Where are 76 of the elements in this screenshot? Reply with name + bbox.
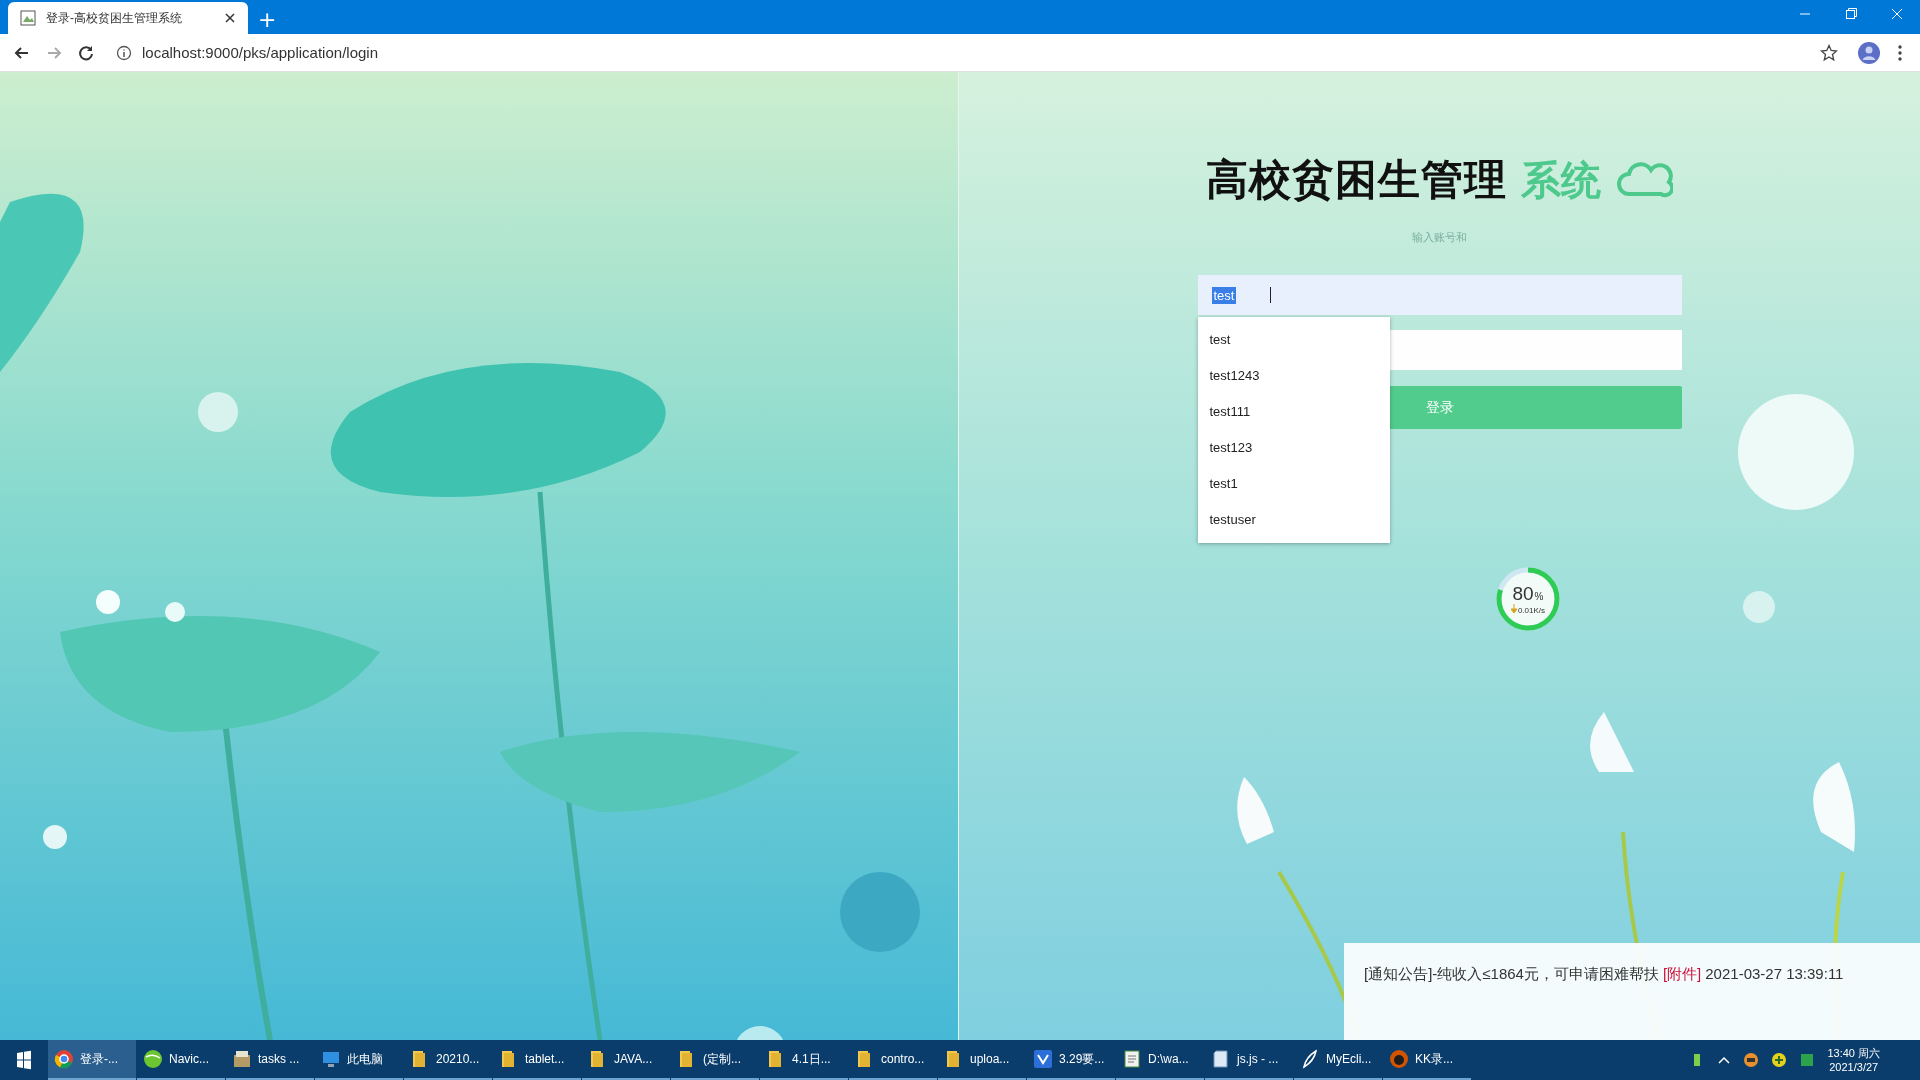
taskbar-label: tablet...	[525, 1052, 565, 1066]
taskbar-button[interactable]: MyEcli...	[1294, 1040, 1382, 1080]
taskbar-label: uploa...	[970, 1052, 1010, 1066]
cloud-icon	[1615, 160, 1673, 200]
taskbar-button[interactable]: tablet...	[493, 1040, 581, 1080]
taskbar-label: 20210...	[436, 1052, 480, 1066]
taskbar-button[interactable]: KK录...	[1383, 1040, 1471, 1080]
taskbar-button[interactable]: 3.29要...	[1027, 1040, 1115, 1080]
taskbar-label: 3.29要...	[1059, 1050, 1105, 1068]
clock-time: 13:40 周六	[1827, 1046, 1880, 1060]
taskbar-button[interactable]: 此电脑	[315, 1040, 403, 1080]
taskbar-label: KK录...	[1415, 1050, 1453, 1068]
username-value: test	[1211, 286, 1237, 304]
taskbar-label: 登录-...	[80, 1050, 118, 1068]
info-icon	[116, 44, 132, 61]
taskbar-button[interactable]: JAVA...	[582, 1040, 670, 1080]
taskbar-label: Navic...	[169, 1052, 209, 1066]
new-tab-button[interactable]: +	[248, 10, 287, 30]
username-field[interactable]: test	[1197, 275, 1682, 315]
taskbar-button[interactable]: Navic...	[137, 1040, 225, 1080]
avatar-icon[interactable]	[1858, 41, 1880, 64]
taskbar-button[interactable]: (定制...	[671, 1040, 759, 1080]
browser-tab[interactable]: 登录-高校贫困生管理系统	[8, 2, 248, 34]
suggestion-item[interactable]: test123	[1197, 430, 1390, 466]
app-icon[interactable]	[1799, 1052, 1816, 1068]
taskbar-label: tasks ...	[258, 1052, 300, 1066]
subtitle: 输入账号和	[1412, 230, 1467, 245]
round-app-icon	[1389, 1049, 1409, 1069]
percent-unit: %	[1534, 590, 1544, 602]
suggestion-item[interactable]: test1	[1197, 466, 1390, 502]
document-icon	[1211, 1049, 1231, 1069]
taskbar-label: (定制...	[703, 1050, 741, 1068]
url-text: localhost:9000/pks/application/login	[142, 44, 378, 61]
taskbar-button[interactable]: tasks ...	[226, 1040, 314, 1080]
down-arrow-icon	[1510, 603, 1517, 613]
close-icon[interactable]	[224, 12, 236, 24]
text-cursor-icon	[1270, 287, 1272, 303]
box-icon	[232, 1049, 252, 1069]
taskbar-button[interactable]: 登录-...	[48, 1040, 136, 1080]
taskbar-button[interactable]: 20210...	[404, 1040, 492, 1080]
notice-text: [通知公告]-纯收入≤1864元，可申请困难帮扶	[1364, 965, 1659, 984]
suggestion-item[interactable]: test111	[1197, 394, 1390, 430]
notepad-icon	[1122, 1049, 1142, 1069]
taskbar-button[interactable]: contro...	[849, 1040, 937, 1080]
page-title: 高校贫困生管理	[1206, 155, 1507, 205]
title-accent: 系统	[1521, 156, 1601, 204]
suggestion-item[interactable]: test	[1197, 322, 1390, 358]
browser-icon	[54, 1049, 74, 1069]
taskbar-button[interactable]: js.js - ...	[1205, 1040, 1293, 1080]
notice-time: 2021-03-27 13:39:11	[1705, 965, 1844, 984]
plus-icon[interactable]	[1771, 1052, 1788, 1068]
page-icon	[20, 10, 36, 26]
percent-value: 80	[1512, 583, 1534, 604]
taskbar-button[interactable]: uploa...	[938, 1040, 1026, 1080]
star-icon[interactable]	[1820, 43, 1838, 62]
address-field[interactable]: localhost:9000/pks/application/login	[108, 38, 1846, 67]
taskbar-label: MyEcli...	[1326, 1052, 1372, 1066]
computer-icon	[321, 1049, 341, 1069]
clock-date: 2021/3/27	[1829, 1060, 1879, 1074]
attachment-link[interactable]: [附件]	[1662, 965, 1702, 984]
taskbar-label: JAVA...	[614, 1052, 653, 1066]
app-icon[interactable]	[1743, 1052, 1760, 1068]
taskbar-button[interactable]: 4.1日...	[760, 1040, 848, 1080]
ball-icon	[143, 1049, 163, 1069]
taskbar-button[interactable]: D:\wa...	[1116, 1040, 1204, 1080]
taskbar-label: 此电脑	[347, 1050, 383, 1068]
app-icon	[1033, 1049, 1053, 1069]
taskbar-clock[interactable]: 13:40 周六 2021/3/27	[1827, 1046, 1880, 1074]
taskbar-label: 4.1日...	[792, 1050, 831, 1068]
tab-title: 登录-高校贫困生管理系统	[46, 9, 183, 27]
feather-icon	[1300, 1049, 1320, 1069]
suggestion-item[interactable]: testuser	[1197, 502, 1390, 538]
taskbar-label: contro...	[881, 1052, 925, 1066]
speed-value: 0.01K/s	[1517, 605, 1546, 615]
taskbar-label: js.js - ...	[1237, 1052, 1279, 1066]
taskbar-label: D:\wa...	[1148, 1052, 1189, 1066]
